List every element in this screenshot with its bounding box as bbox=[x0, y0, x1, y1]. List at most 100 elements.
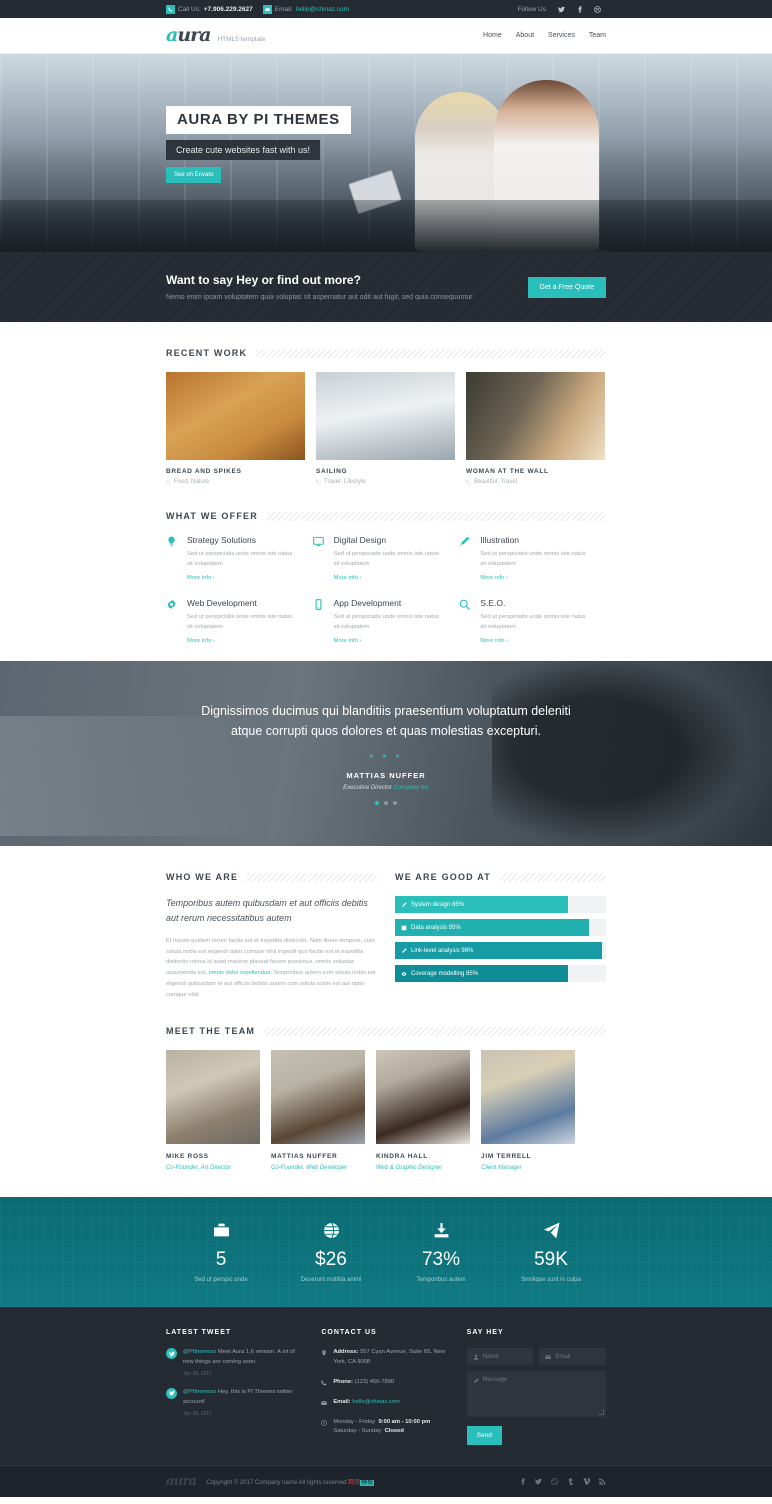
nav-item-home[interactable]: Home bbox=[483, 32, 502, 39]
latest-tweet-title: LATEST TWEET bbox=[166, 1329, 232, 1337]
team-member-card[interactable]: KINDRA HALL Web & Graphic Designer bbox=[376, 1050, 470, 1171]
carousel-dot-1[interactable] bbox=[375, 801, 379, 806]
rating-stars-icon: ★ ★ ★ bbox=[368, 754, 404, 761]
skill-label: Data analysis 95% bbox=[411, 924, 461, 931]
email-placeholder: Email bbox=[555, 1353, 571, 1360]
hero-cta-button[interactable]: See on Envato bbox=[166, 167, 222, 183]
service-more-info-link[interactable]: More info › bbox=[334, 575, 362, 581]
facebook-icon[interactable] bbox=[570, 0, 588, 18]
skill-row: System design 85% bbox=[395, 896, 606, 914]
services-heading: WHAT WE OFFER bbox=[166, 511, 258, 521]
recent-work-section: RECENT WORK BREAD AND SPIKES Food, Natur… bbox=[166, 322, 606, 485]
service-title: Strategy Solutions bbox=[187, 535, 256, 545]
testimonial-content: Dignissimos ducimus qui blanditiis praes… bbox=[186, 702, 586, 806]
contact-email: Email: hello@chinaz.com bbox=[321, 1398, 450, 1408]
location-pin-icon bbox=[322, 1350, 327, 1356]
phone-value: (123) 456-7890 bbox=[352, 1378, 395, 1385]
logo-accent-letter: a bbox=[166, 24, 178, 46]
team-grid: MIKE ROSS Co-Founder, Art Director MATTI… bbox=[166, 1050, 606, 1171]
email-link[interactable]: hello@chinaz.com bbox=[296, 6, 349, 13]
tweet-item: @PIthemess Hey, this is PI Themes twitte… bbox=[166, 1387, 305, 1417]
work-thumbnail-bread[interactable] bbox=[166, 372, 305, 460]
twitter-icon[interactable] bbox=[552, 0, 570, 18]
testimonial-author-name: MATTIAS NUFFER bbox=[346, 771, 426, 781]
tweet-text: @PIthemess Meet Aura 1.6 version. A lot … bbox=[183, 1348, 305, 1368]
footer-email-link[interactable]: hello@chinaz.com bbox=[352, 1399, 399, 1405]
team-member-role: Web & Graphic Designer bbox=[376, 1165, 443, 1172]
about-inline-link[interactable]: omnis dolor repellendus bbox=[209, 970, 271, 976]
stat-value: 5 bbox=[215, 1248, 227, 1270]
team-member-card[interactable]: JIM TERRELL Client Manager bbox=[481, 1050, 575, 1171]
tweet-date: Jun 28, 2017 bbox=[183, 1410, 212, 1417]
name-placeholder: Name bbox=[482, 1353, 499, 1360]
service-more-info-link[interactable]: More info › bbox=[187, 638, 215, 644]
copyright-text: Copyright © 2017 Company name All rights… bbox=[206, 1477, 375, 1487]
hero-title: AURA BY PI THEMES bbox=[166, 106, 351, 134]
nav-item-about[interactable]: About bbox=[516, 32, 534, 39]
work-thumbnail-woman[interactable] bbox=[466, 372, 605, 460]
service-title: App Development bbox=[333, 598, 402, 609]
work-grid: BREAD AND SPIKES Food, Nature SAILING Tr… bbox=[166, 372, 606, 485]
contact-us-title: CONTACT US bbox=[321, 1329, 377, 1337]
nav-item-team[interactable]: Team bbox=[589, 32, 606, 39]
work-item[interactable]: SAILING Travel, Lifestyle bbox=[316, 372, 455, 485]
facebook-icon[interactable] bbox=[519, 1476, 526, 1488]
tumblr-icon[interactable] bbox=[567, 1476, 574, 1488]
tweet-handle-link[interactable]: @PIthemess bbox=[183, 1349, 216, 1355]
work-thumbnail-sailing[interactable] bbox=[316, 372, 455, 460]
hero-banner: AURA BY PI THEMES Create cute websites f… bbox=[0, 54, 772, 252]
contact-phone: Phone: (123) 456-7890 bbox=[321, 1378, 450, 1388]
vimeo-icon[interactable] bbox=[583, 1476, 591, 1488]
skill-track: Link-level analysis 98% bbox=[395, 942, 606, 960]
team-section: MEET THE TEAM MIKE ROSS Co-Founder, Art … bbox=[166, 1000, 606, 1197]
dribbble-icon[interactable] bbox=[551, 1476, 558, 1488]
name-field[interactable]: Name bbox=[466, 1348, 534, 1366]
skill-label: System design 85% bbox=[411, 901, 465, 908]
service-more-info-link[interactable]: More info › bbox=[187, 575, 215, 581]
hours-weekday-label: Monday - Friday bbox=[333, 1418, 376, 1425]
tweet-handle-link[interactable]: @PIthemess bbox=[183, 1389, 216, 1395]
tag-icon bbox=[316, 479, 321, 485]
get-free-quote-button[interactable]: Get a Free Quote bbox=[527, 276, 606, 298]
heading-rule bbox=[266, 511, 606, 521]
work-item[interactable]: WOMAN AT THE WALL Beautiful, Travel bbox=[466, 372, 605, 485]
footer-contact-column: CONTACT US Address: 557 Cyan Avenue, Sui… bbox=[321, 1329, 450, 1447]
user-icon bbox=[473, 1354, 478, 1360]
top-bar-phone: Call Us: +7.906.229.2627 bbox=[166, 4, 253, 14]
tweet-text: @PIthemess Hey, this is PI Themes twitte… bbox=[183, 1388, 305, 1408]
service-more-info-link[interactable]: More info › bbox=[480, 575, 508, 581]
rss-icon[interactable] bbox=[599, 1476, 606, 1488]
dribbble-icon[interactable] bbox=[588, 0, 606, 18]
stat-value: 73% bbox=[421, 1248, 461, 1270]
nav-item-services[interactable]: Services bbox=[548, 32, 575, 39]
services-section: WHAT WE OFFER Strategy Solutions Sed ut … bbox=[166, 485, 606, 661]
copyright-bar: aura Copyright © 2017 Company name All r… bbox=[0, 1465, 772, 1498]
hours-weekend-value: Closed bbox=[384, 1428, 404, 1435]
message-field[interactable]: Message bbox=[466, 1371, 606, 1418]
carousel-dot-3[interactable] bbox=[393, 801, 397, 806]
work-item[interactable]: BREAD AND SPIKES Food, Nature bbox=[166, 372, 305, 485]
email-field[interactable]: Email bbox=[539, 1348, 606, 1366]
service-more-info-link[interactable]: More info › bbox=[334, 638, 362, 644]
service-text: Sed ut perspiciatis unde omnis iste natu… bbox=[187, 614, 293, 630]
lightbulb-icon bbox=[166, 535, 179, 582]
hero-subtitle: Create cute websites fast with us! bbox=[166, 140, 321, 160]
eye-icon bbox=[401, 971, 407, 976]
carousel-dot-2[interactable] bbox=[384, 801, 388, 806]
service-more-info-link[interactable]: More info › bbox=[480, 638, 508, 644]
services-grid: Strategy Solutions Sed ut perspiciatis u… bbox=[166, 535, 606, 661]
testimonial-company-link[interactable]: Company Inc bbox=[394, 785, 429, 791]
team-member-card[interactable]: MIKE ROSS Co-Founder, Art Director bbox=[166, 1050, 260, 1171]
skill-track: Coverage modelling 85% bbox=[395, 965, 606, 983]
footer-social-group bbox=[519, 1476, 606, 1488]
who-we-are-column: WHO WE ARE Temporibus autem quibusdam et… bbox=[166, 872, 377, 1000]
send-button[interactable]: Send bbox=[466, 1426, 502, 1446]
contact-hours: Monday - Friday 9:00 am - 10:00 pm Satur… bbox=[321, 1418, 450, 1438]
team-member-card[interactable]: MATTIAS NUFFER Co-Founder, Web Developer bbox=[271, 1050, 365, 1171]
contact-address: Address: 557 Cyan Avenue, Suite 65, New … bbox=[321, 1348, 450, 1368]
service-title: Digital Design bbox=[333, 535, 387, 545]
brand[interactable]: aura HTML5 template bbox=[166, 26, 266, 45]
work-title: SAILING bbox=[316, 468, 348, 475]
team-member-name: MIKE ROSS bbox=[166, 1153, 209, 1161]
twitter-icon[interactable] bbox=[535, 1476, 542, 1488]
